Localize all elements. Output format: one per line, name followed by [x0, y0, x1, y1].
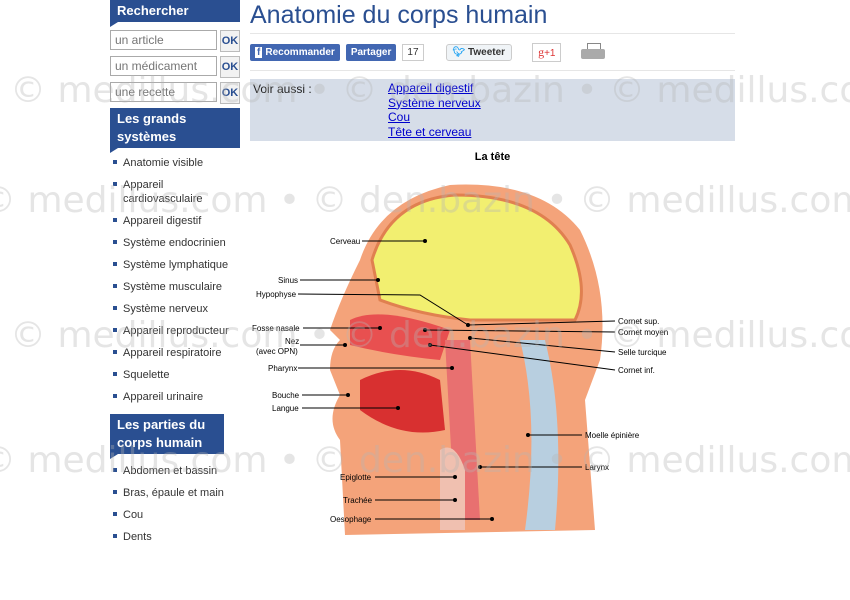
- label-selle-turcique: Selle turcique: [618, 348, 667, 357]
- head-anatomy-illustration: Cerveau Sinus Hypophyse Fosse nasale Nez…: [252, 184, 668, 535]
- label-sinus: Sinus: [278, 276, 298, 285]
- label-pharynx: Pharynx: [268, 364, 297, 373]
- label-fosse-nasale: Fosse nasale: [252, 324, 300, 333]
- label-cornet-inf: Cornet inf.: [618, 366, 655, 375]
- label-nez: Nez: [285, 337, 299, 346]
- label-epiglotte: Epiglotte: [340, 473, 372, 482]
- label-moelle-epiniere: Moelle épinière: [585, 431, 640, 440]
- label-oesophage: Oesophage: [330, 515, 372, 524]
- label-bouche: Bouche: [272, 391, 300, 400]
- label-trachee: Trachée: [343, 496, 373, 505]
- label-langue: Langue: [272, 404, 299, 413]
- label-cornet-sup: Cornet sup.: [618, 317, 659, 326]
- label-avec-opn: (avec OPN): [256, 347, 298, 356]
- label-hypophyse: Hypophyse: [256, 290, 297, 299]
- label-cerveau: Cerveau: [330, 237, 360, 246]
- label-larynx: Larynx: [585, 463, 609, 472]
- label-cornet-moyen: Cornet moyen: [618, 328, 668, 337]
